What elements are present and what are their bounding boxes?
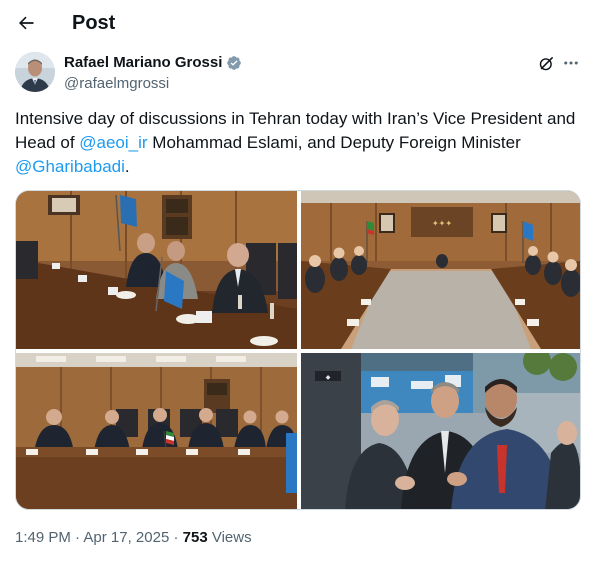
verified-badge-icon [227,56,242,70]
photo-3[interactable] [16,353,297,509]
post-meta: 1:49 PM · Apr 17, 2025 · 753 Views [15,528,252,548]
grok-icon [539,56,553,70]
svg-text:✦✦✦: ✦✦✦ [432,219,452,228]
more-icon [564,61,578,65]
mention-link[interactable]: @aeoi_ir [79,133,147,152]
author-name[interactable]: Rafael Mariano Grossi [64,54,222,72]
avatar[interactable] [15,52,55,92]
post-text-part: Mohammad Eslami, and Deputy Foreign Mini… [147,133,521,152]
author-block: Rafael Mariano Grossi @rafaelmgrossi [64,54,242,94]
post-text-part: . [124,157,130,176]
back-button[interactable] [14,11,38,35]
photo-2[interactable]: ✦✦✦ [301,191,580,349]
page-title: Post [72,12,116,34]
media-grid: ✦✦✦ ◆ [15,190,581,510]
separator: · [70,529,84,546]
photo-1[interactable] [16,191,297,349]
more-button[interactable] [560,52,582,74]
post-text: Intensive day of discussions in Tehran t… [15,107,585,179]
post-date[interactable]: Apr 17, 2025 [83,529,169,546]
post-time[interactable]: 1:49 PM [15,529,71,546]
top-bar: Post [0,0,594,46]
back-arrow-icon [19,16,34,30]
views-count: 753 [182,529,208,546]
mention-link[interactable]: @Gharibabadi [15,157,125,176]
separator: · [169,529,183,546]
grok-button[interactable] [535,52,557,74]
author-handle[interactable]: @rafaelmgrossi [64,74,242,94]
views-label: Views [207,529,252,546]
svg-text:◆: ◆ [326,374,331,381]
photo-4[interactable]: ◆ [301,353,580,509]
